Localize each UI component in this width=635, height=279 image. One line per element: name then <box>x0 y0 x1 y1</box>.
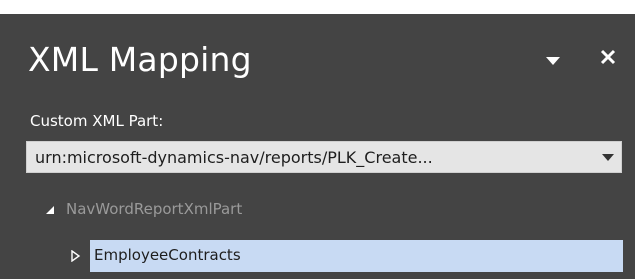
window-top-edge <box>0 0 635 14</box>
xml-mapping-pane: XML Mapping Custom XML Part: urn:microso… <box>0 14 635 279</box>
tree-node-employee-contracts-label: EmployeeContracts <box>94 246 241 264</box>
close-icon <box>595 44 621 70</box>
custom-xml-part-dropdown[interactable]: urn:microsoft-dynamics-nav/reports/PLK_C… <box>26 141 622 173</box>
custom-xml-part-value: urn:microsoft-dynamics-nav/reports/PLK_C… <box>35 148 433 167</box>
tree-node-root-label: NavWordReportXmlPart <box>66 200 243 218</box>
collapsed-triangle-icon[interactable] <box>70 250 82 262</box>
expanded-triangle-icon[interactable] <box>44 204 56 216</box>
pane-title: XML Mapping <box>28 40 252 79</box>
pane-close-button[interactable] <box>595 44 621 70</box>
custom-xml-part-label: Custom XML Part: <box>30 112 164 130</box>
dropdown-arrow-icon <box>601 152 615 162</box>
tree-node-root[interactable]: NavWordReportXmlPart <box>44 200 444 224</box>
chevron-down-icon <box>540 50 566 72</box>
pane-options-button[interactable] <box>540 50 566 72</box>
tree-node-employee-contracts[interactable]: EmployeeContracts <box>90 240 623 272</box>
